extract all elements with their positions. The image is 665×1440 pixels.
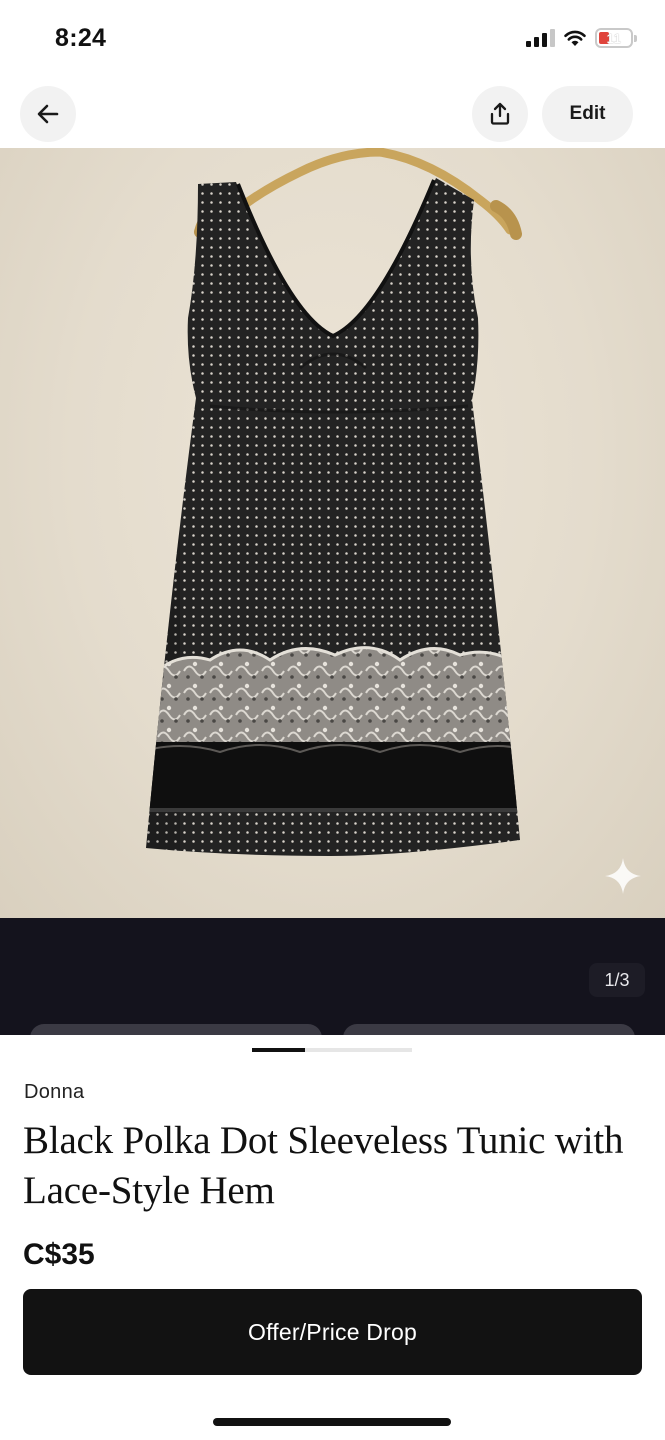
photo-caption-band <box>0 918 665 1035</box>
battery-level: 11 <box>606 30 622 46</box>
listing-price: C$35 <box>23 1238 95 1271</box>
header: Edit <box>0 80 665 148</box>
listing-sheet <box>0 1035 665 1440</box>
status-bar: 8:24 11 <box>0 0 665 80</box>
dress-image <box>146 148 522 856</box>
battery-icon: 11 <box>595 28 637 48</box>
signal-icon <box>526 29 555 47</box>
image-counter: 1/3 <box>589 963 645 997</box>
home-indicator <box>213 1418 451 1426</box>
gallery-progress <box>252 1048 412 1052</box>
edit-button[interactable]: Edit <box>542 86 633 142</box>
share-button[interactable] <box>472 86 528 142</box>
sparkle-icon[interactable] <box>603 856 643 896</box>
product-photo[interactable] <box>0 148 665 918</box>
back-arrow-icon <box>37 104 59 124</box>
gallery-progress-fill <box>252 1048 305 1052</box>
back-button[interactable] <box>20 86 76 142</box>
status-icons: 11 <box>526 28 637 48</box>
listing-title: Black Polka Dot Sleeveless Tunic with La… <box>23 1119 624 1212</box>
wifi-icon <box>564 30 586 46</box>
listing-brand[interactable]: Donna <box>24 1081 84 1104</box>
status-time: 8:24 <box>55 24 107 52</box>
offer-price-drop-button[interactable]: Offer/Price Drop <box>23 1289 642 1375</box>
share-icon <box>490 102 510 125</box>
